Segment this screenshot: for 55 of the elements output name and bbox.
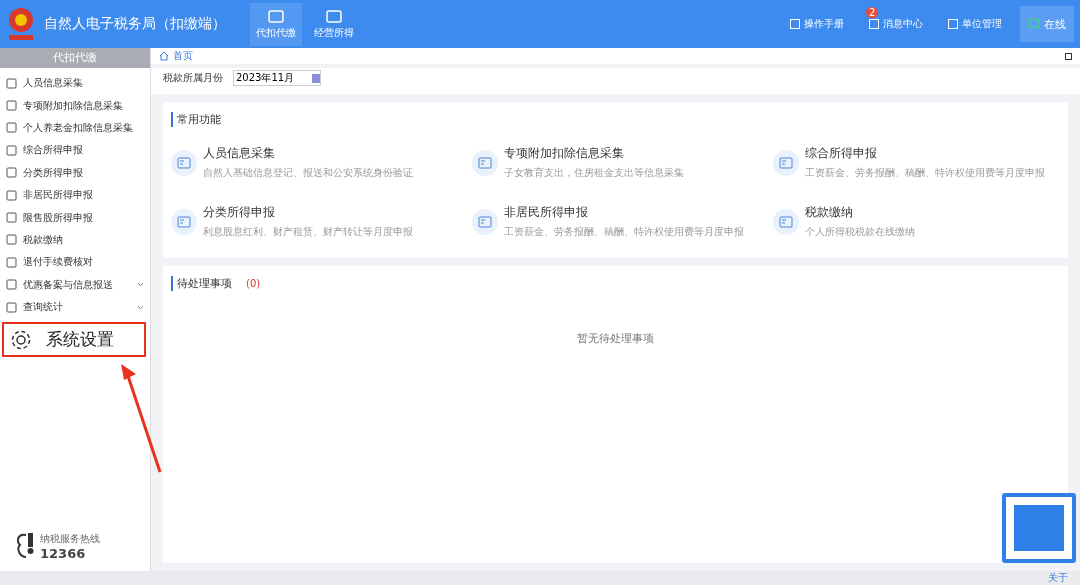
month-label: 税款所属月份	[163, 71, 223, 85]
settings-icon	[10, 328, 32, 351]
settings-label: 系统设置	[46, 328, 114, 352]
function-shortcut[interactable]: 非居民所得申报 工资薪金、劳务报酬、稿酬、特许权使用费等月度申报	[472, 204, 759, 239]
sidebar-item[interactable]: 退付手续费核对	[0, 251, 150, 274]
menu-item-icon	[6, 77, 17, 89]
card-icon	[171, 149, 197, 176]
sidebar-item[interactable]: 限售股所得申报	[0, 206, 150, 229]
section-title: 待处理事项	[171, 276, 232, 291]
sidebar-item[interactable]: 非居民所得申报	[0, 183, 150, 207]
function-shortcut[interactable]: 专项附加扣除信息采集 子女教育支出，住房租金支出等信息采集	[472, 145, 759, 180]
menu-item-icon	[6, 279, 17, 291]
menu-item-icon	[6, 301, 17, 313]
card-icon	[472, 208, 498, 235]
function-shortcut[interactable]: 税款缴纳 个人所得税税款在线缴纳	[773, 204, 1060, 239]
function-shortcut[interactable]: 综合所得申报 工资薪金、劳务报酬、稿酬、特许权使用费等月度申报	[773, 145, 1060, 180]
sidebar-item[interactable]: 综合所得申报	[0, 139, 150, 162]
card-icon	[773, 208, 799, 235]
sidebar-title: 代扣代缴	[0, 48, 150, 68]
sidebar-item[interactable]: 分类所得申报	[0, 161, 150, 184]
menu-item-icon	[6, 167, 17, 179]
menu-item-icon	[6, 122, 17, 134]
header-action[interactable]: 消息中心 2	[862, 5, 929, 43]
app-title: 自然人电子税务局（扣缴端）	[44, 15, 226, 33]
menu-item-icon	[6, 100, 17, 112]
breadcrumb-link[interactable]: 首页	[173, 49, 193, 63]
about-link[interactable]: 关于	[1048, 571, 1068, 585]
function-shortcut[interactable]: 人员信息采集 自然人基础信息登记、报送和公安系统身份验证	[171, 145, 458, 180]
pending-count: (0)	[246, 278, 261, 289]
hotline-caption: 纳税服务热线	[40, 531, 100, 546]
section-title: 常用功能	[171, 112, 1060, 127]
hotline-number: 12366	[40, 545, 87, 561]
empty-message: 暂无待处理事项	[576, 331, 655, 346]
card-icon	[171, 208, 197, 235]
sidebar-item[interactable]: 人员信息采集	[0, 72, 150, 95]
emblem-icon	[6, 6, 36, 42]
sidebar-item[interactable]: 查询统计	[0, 295, 150, 319]
menu-item-icon	[6, 144, 17, 156]
dropdown-icon	[312, 73, 320, 83]
function-shortcut[interactable]: 分类所得申报 利息股息红利、财产租赁、财产转让等月度申报	[171, 204, 458, 239]
menu-item-icon	[6, 234, 17, 246]
qr-code-widget[interactable]	[1002, 493, 1076, 563]
pin-icon[interactable]	[1065, 52, 1072, 60]
menu-item-icon	[6, 256, 17, 268]
month-field[interactable]: 2023年11月	[233, 70, 321, 86]
menu-item-icon	[6, 189, 17, 201]
sidebar-item[interactable]: 优惠备案与信息报送	[0, 273, 150, 296]
badge: 2	[866, 7, 879, 18]
card-icon	[773, 149, 799, 176]
home-icon	[159, 51, 169, 61]
sidebar-item[interactable]: 个人养老金扣除信息采集	[0, 116, 150, 140]
sidebar-item[interactable]: 专项附加扣除信息采集	[0, 94, 150, 117]
card-icon	[472, 149, 498, 176]
sidebar-item[interactable]: 税款缴纳	[0, 228, 150, 252]
menu-item-icon	[6, 212, 17, 224]
